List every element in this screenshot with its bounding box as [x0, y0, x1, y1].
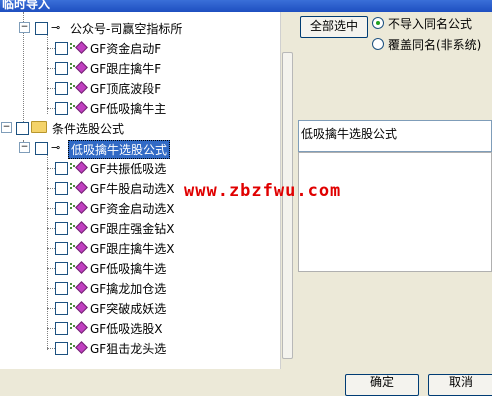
group2-label: 条件选股公式 [52, 122, 125, 136]
item-checkbox[interactable] [55, 102, 68, 115]
list-item[interactable]: GF跟庄擒牛选X [0, 238, 280, 258]
group1-label: 公众号-司赢空指标所 [70, 22, 183, 36]
list-item[interactable]: GF擒龙加仓选 [0, 278, 280, 298]
key-icon: ⊸ [51, 21, 61, 34]
item-label: GF低吸选股X [90, 322, 163, 336]
collapse-icon[interactable]: − [19, 142, 30, 153]
folder-icon [31, 121, 47, 133]
watermark-text: www.zbzfwu.com [184, 181, 342, 201]
item-label: GF跟庄擒牛F [90, 62, 162, 76]
item-label: GF低吸擒牛选 [90, 262, 167, 276]
list-item[interactable]: GF低吸擒牛主 [0, 98, 280, 118]
item-label: GF资金启动选X [90, 202, 175, 216]
item-checkbox[interactable] [55, 322, 68, 335]
window-title: 临时导入 [2, 0, 51, 11]
list-item[interactable]: GF低吸选股X [0, 318, 280, 338]
item-label: GF顶底波段F [90, 82, 162, 96]
key-icon: ⊸ [51, 141, 61, 154]
item-checkbox[interactable] [55, 242, 68, 255]
overwrite-label: 覆盖同名(非系统) [388, 38, 482, 52]
cancel-button[interactable]: 取消 [428, 374, 492, 396]
list-item[interactable]: GF突破成妖选 [0, 298, 280, 318]
item-label: GF狙击龙头选 [90, 342, 167, 356]
tree-node-subgroup[interactable]: − ⊸ 低吸擒牛选股公式 [0, 138, 280, 159]
ok-button[interactable]: 确定 [345, 374, 419, 396]
list-item[interactable]: GF狙击龙头选 [0, 338, 280, 358]
list-item[interactable]: GF顶底波段F [0, 78, 280, 98]
formula-name-text: 低吸擒牛选股公式 [301, 127, 398, 141]
item-checkbox[interactable] [55, 282, 68, 295]
no-import-label: 不导入同名公式 [388, 17, 473, 31]
subgroup-checkbox[interactable] [35, 142, 48, 155]
collapse-icon[interactable]: − [19, 22, 30, 33]
item-label: GF擒龙加仓选 [90, 282, 167, 296]
tree-node-group2[interactable]: − 条件选股公式 [0, 118, 280, 138]
list-item[interactable]: GF资金启动选X [0, 198, 280, 218]
list-item[interactable]: GF低吸擒牛选 [0, 258, 280, 278]
item-checkbox[interactable] [55, 182, 68, 195]
group2-checkbox[interactable] [16, 122, 29, 135]
select-all-button[interactable]: 全部选中 [300, 16, 368, 38]
window-titlebar: 临时导入 [0, 0, 492, 12]
formula-name-panel: 低吸擒牛选股公式 [298, 120, 492, 152]
group1-checkbox[interactable] [35, 22, 48, 35]
scrollbar-thumb[interactable] [282, 52, 293, 359]
item-checkbox[interactable] [55, 62, 68, 75]
overwrite-radio[interactable] [372, 38, 384, 50]
item-label: GF共振低吸选 [90, 162, 167, 176]
item-checkbox[interactable] [55, 222, 68, 235]
item-label: GF跟庄擒牛选X [90, 242, 175, 256]
item-checkbox[interactable] [55, 342, 68, 355]
list-item[interactable]: GF跟庄擒牛F [0, 58, 280, 78]
item-label: GF低吸擒牛主 [90, 102, 167, 116]
list-item[interactable]: GF共振低吸选 [0, 158, 280, 178]
item-label: GF牛股启动选X [90, 182, 175, 196]
no-import-radio[interactable] [372, 17, 384, 29]
tree-node-group1[interactable]: − ⊸ 公众号-司赢空指标所 [0, 18, 280, 38]
item-checkbox[interactable] [55, 262, 68, 275]
list-item[interactable]: GF跟庄强金钻X [0, 218, 280, 238]
list-item[interactable]: GF资金启动F [0, 38, 280, 58]
collapse-icon[interactable]: − [1, 122, 12, 133]
item-label: GF突破成妖选 [90, 302, 167, 316]
item-checkbox[interactable] [55, 82, 68, 95]
subgroup-label: 低吸擒牛选股公式 [68, 140, 171, 159]
item-label: GF资金启动F [90, 42, 162, 56]
item-checkbox[interactable] [55, 302, 68, 315]
item-checkbox[interactable] [55, 202, 68, 215]
item-label: GF跟庄强金钻X [90, 222, 175, 236]
item-checkbox[interactable] [55, 42, 68, 55]
item-checkbox[interactable] [55, 162, 68, 175]
formula-description-area[interactable] [298, 152, 492, 272]
